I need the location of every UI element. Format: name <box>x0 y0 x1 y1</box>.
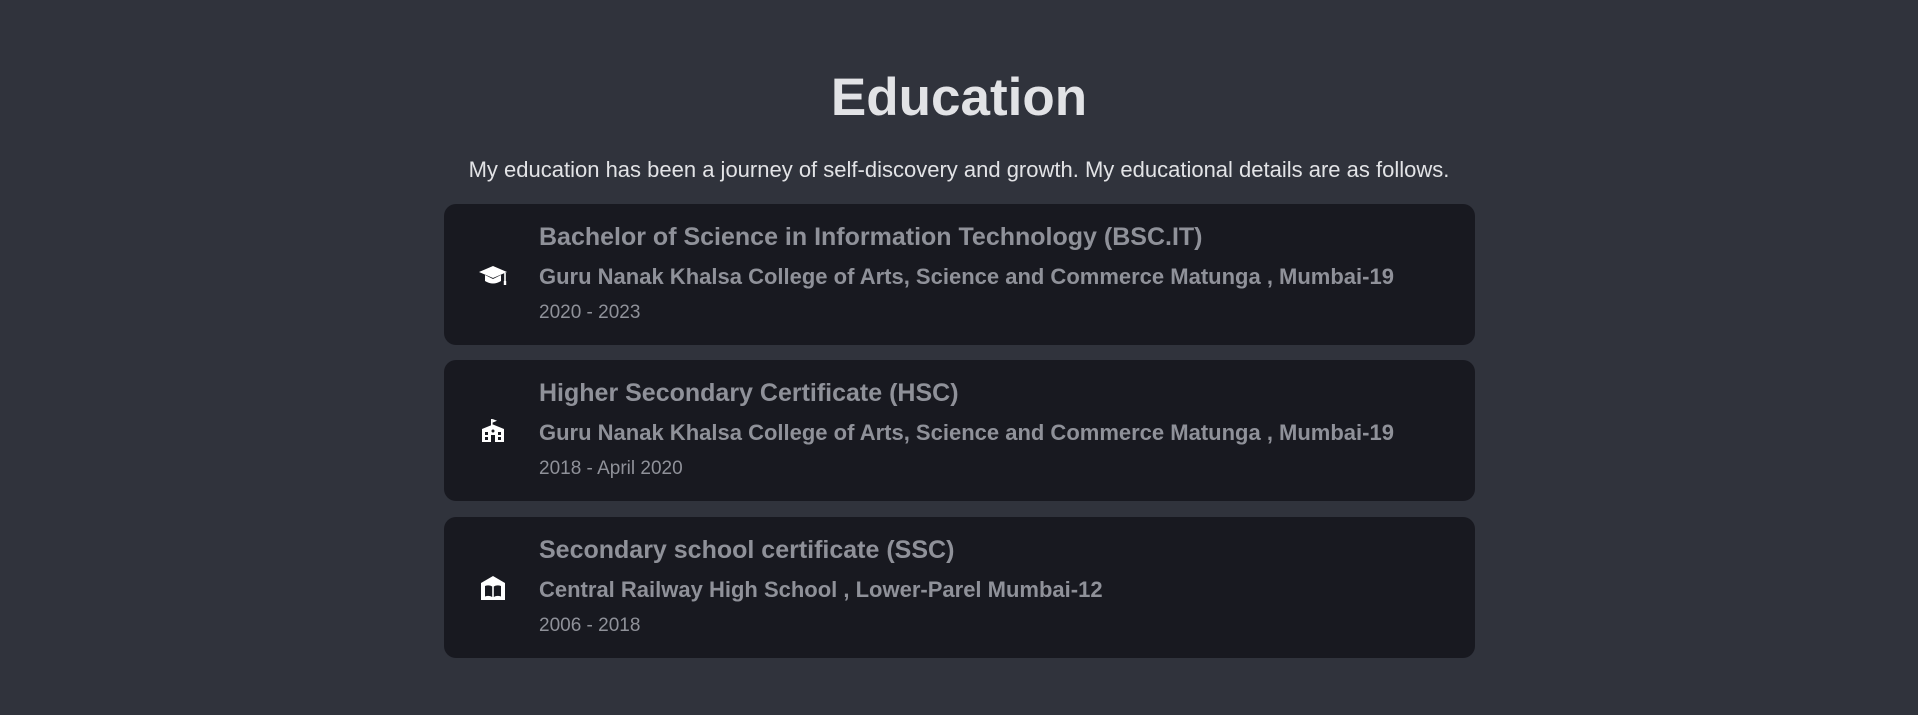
education-card-ssc: Secondary school certificate (SSC) Centr… <box>444 517 1475 658</box>
school-name: Guru Nanak Khalsa College of Arts, Scien… <box>539 264 1394 289</box>
years-range: 2018 - April 2020 <box>539 458 683 479</box>
section-subtitle: My education has been a journey of self-… <box>468 157 1450 182</box>
years-range: 2006 - 2018 <box>539 615 641 636</box>
school-name: Central Railway High School , Lower-Pare… <box>539 577 1103 602</box>
degree-title: Higher Secondary Certificate (HSC) <box>539 379 959 407</box>
years-range: 2020 - 2023 <box>539 302 641 323</box>
education-section: Education My education has been a journe… <box>0 0 1918 715</box>
school-name: Guru Nanak Khalsa College of Arts, Scien… <box>539 420 1394 445</box>
section-title: Education <box>830 68 1088 127</box>
education-card-bsc: Bachelor of Science in Information Techn… <box>444 204 1475 345</box>
book-school-icon <box>478 573 508 603</box>
school-building-icon <box>478 416 508 446</box>
graduation-cap-icon <box>478 260 508 290</box>
education-card-hsc: Higher Secondary Certificate (HSC) Guru … <box>444 360 1475 501</box>
degree-title: Bachelor of Science in Information Techn… <box>539 223 1203 251</box>
degree-title: Secondary school certificate (SSC) <box>539 536 955 564</box>
